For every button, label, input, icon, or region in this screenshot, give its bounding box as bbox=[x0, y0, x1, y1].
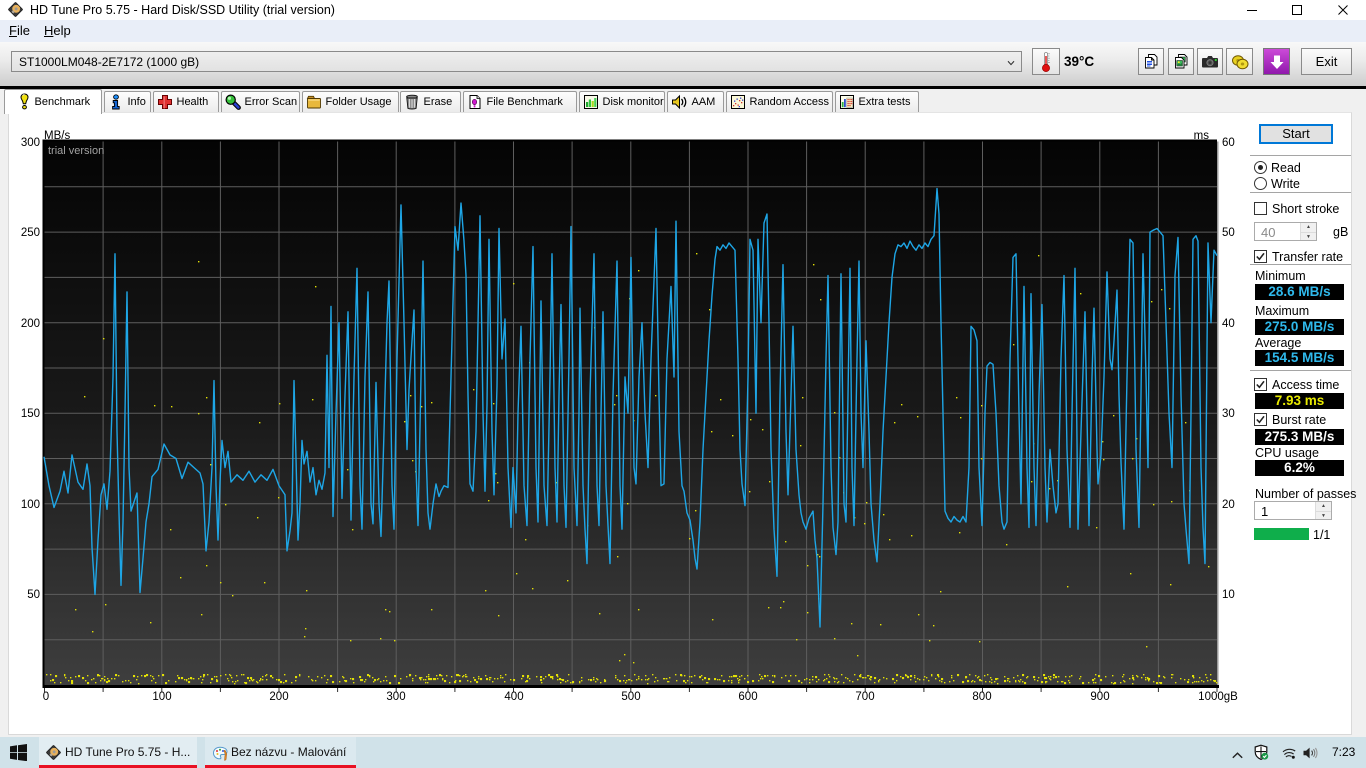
svg-text:10: 10 bbox=[1222, 589, 1235, 601]
svg-text:100: 100 bbox=[21, 499, 40, 511]
svg-text:20: 20 bbox=[1222, 499, 1235, 511]
svg-text:300: 300 bbox=[386, 691, 405, 703]
svg-text:600: 600 bbox=[738, 691, 757, 703]
svg-text:100: 100 bbox=[152, 691, 171, 703]
svg-text:30: 30 bbox=[1222, 408, 1235, 420]
svg-text:40: 40 bbox=[1222, 318, 1235, 330]
svg-text:500: 500 bbox=[621, 691, 640, 703]
svg-text:150: 150 bbox=[21, 408, 40, 420]
svg-text:700: 700 bbox=[855, 691, 874, 703]
svg-text:200: 200 bbox=[21, 318, 40, 330]
svg-text:900: 900 bbox=[1090, 691, 1109, 703]
svg-text:50: 50 bbox=[1222, 227, 1235, 239]
svg-text:60: 60 bbox=[1222, 137, 1235, 149]
svg-text:1000gB: 1000gB bbox=[1198, 691, 1238, 703]
svg-text:800: 800 bbox=[972, 691, 991, 703]
svg-text:400: 400 bbox=[504, 691, 523, 703]
svg-text:trial version: trial version bbox=[48, 145, 104, 157]
svg-text:250: 250 bbox=[21, 227, 40, 239]
svg-text:50: 50 bbox=[27, 589, 40, 601]
svg-text:0: 0 bbox=[43, 691, 49, 703]
svg-text:200: 200 bbox=[269, 691, 288, 703]
svg-text:300: 300 bbox=[21, 137, 40, 149]
svg-text:ms: ms bbox=[1194, 130, 1210, 142]
svg-text:MB/s: MB/s bbox=[44, 130, 70, 142]
